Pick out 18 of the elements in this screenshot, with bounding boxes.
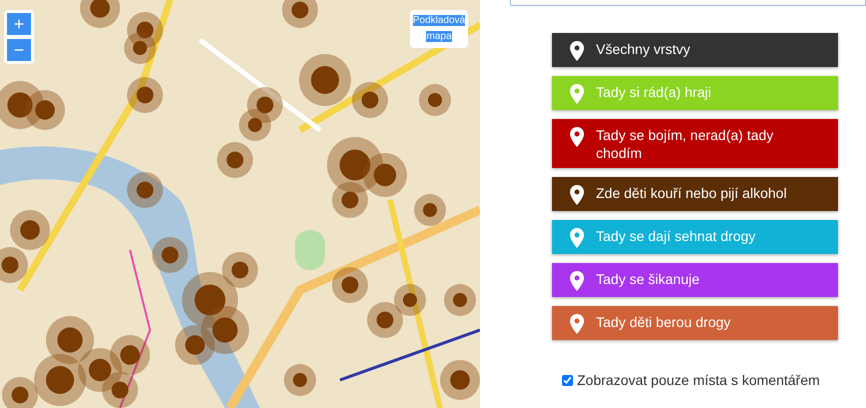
layer-filter-button[interactable]: Tady děti berou drogy [552, 306, 838, 340]
layer-filter-button[interactable]: Tady se dají sehnat drogy [552, 220, 838, 254]
map-pin-icon [570, 314, 584, 334]
map-pin-icon [570, 84, 584, 104]
map-pin-icon [570, 185, 584, 205]
basemap-button[interactable]: Podkladová mapa [410, 10, 468, 48]
comments-only-checkbox[interactable] [562, 375, 573, 386]
map-pin-icon [570, 41, 584, 61]
map-pin-icon [570, 127, 584, 147]
map-pin-icon [570, 228, 584, 248]
zoom-in-button[interactable]: + [7, 13, 31, 35]
layer-filter-button[interactable]: Všechny vrstvy [552, 33, 838, 67]
layer-filter-button[interactable]: Zde děti kouří nebo pijí alkohol [552, 177, 838, 211]
map-pin-icon [570, 271, 584, 291]
comments-only-label: Zobrazovat pouze místa s komentářem [577, 371, 820, 390]
layer-filter-button[interactable]: Tady se šikanuje [552, 263, 838, 297]
zoom-out-button[interactable]: − [7, 39, 31, 61]
layer-filter-button[interactable]: Tady se bojím, nerad(a) tady chodím [552, 119, 838, 168]
